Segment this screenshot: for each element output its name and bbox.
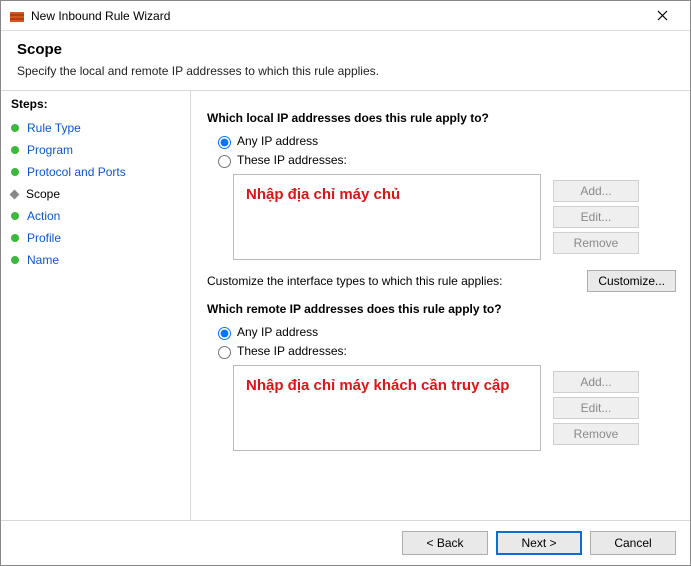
remote-ip-heading: Which remote IP addresses does this rule… bbox=[207, 302, 676, 316]
page-description: Specify the local and remote IP addresse… bbox=[17, 64, 674, 78]
radio-label: Any IP address bbox=[237, 134, 318, 148]
titlebar: New Inbound Rule Wizard bbox=[1, 1, 690, 31]
step-program[interactable]: Program bbox=[11, 139, 190, 161]
local-add-button[interactable]: Add... bbox=[553, 180, 639, 202]
customize-text: Customize the interface types to which t… bbox=[207, 274, 587, 288]
remote-any-ip-radio[interactable]: Any IP address bbox=[213, 324, 676, 340]
firewall-icon bbox=[9, 8, 25, 24]
local-ip-buttons: Add... Edit... Remove bbox=[553, 180, 639, 254]
bullet-icon bbox=[10, 189, 20, 199]
window-title: New Inbound Rule Wizard bbox=[31, 9, 642, 23]
radio-label: These IP addresses: bbox=[237, 153, 347, 167]
bullet-icon bbox=[11, 212, 19, 220]
bullet-icon bbox=[11, 168, 19, 176]
wizard-header: Scope Specify the local and remote IP ad… bbox=[1, 31, 690, 91]
next-button[interactable]: Next > bbox=[496, 531, 582, 555]
step-scope[interactable]: Scope bbox=[11, 183, 190, 205]
step-label: Action bbox=[27, 209, 60, 223]
step-label: Protocol and Ports bbox=[27, 165, 126, 179]
local-ip-heading: Which local IP addresses does this rule … bbox=[207, 111, 676, 125]
step-profile[interactable]: Profile bbox=[11, 227, 190, 249]
bullet-icon bbox=[11, 146, 19, 154]
radio-input[interactable] bbox=[218, 346, 231, 359]
remote-ip-listbox[interactable]: Nhập địa chỉ máy khách cần truy cập bbox=[233, 365, 541, 451]
steps-panel: Steps: Rule Type Program Protocol and Po… bbox=[1, 91, 191, 520]
steps-heading: Steps: bbox=[11, 97, 190, 111]
step-rule-type[interactable]: Rule Type bbox=[11, 117, 190, 139]
customize-row: Customize the interface types to which t… bbox=[207, 270, 676, 292]
customize-button[interactable]: Customize... bbox=[587, 270, 676, 292]
close-button[interactable] bbox=[642, 2, 682, 30]
radio-input[interactable] bbox=[218, 136, 231, 149]
annotation-remote: Nhập địa chỉ máy khách cần truy cập bbox=[246, 376, 528, 396]
step-label: Program bbox=[27, 143, 73, 157]
step-label: Name bbox=[27, 253, 59, 267]
remote-these-ip-radio[interactable]: These IP addresses: bbox=[213, 343, 676, 359]
main-panel: Which local IP addresses does this rule … bbox=[191, 91, 690, 520]
radio-input[interactable] bbox=[218, 327, 231, 340]
bullet-icon bbox=[11, 234, 19, 242]
wizard-body: Steps: Rule Type Program Protocol and Po… bbox=[1, 91, 690, 520]
radio-label: These IP addresses: bbox=[237, 344, 347, 358]
remote-add-button[interactable]: Add... bbox=[553, 371, 639, 393]
cancel-button[interactable]: Cancel bbox=[590, 531, 676, 555]
wizard-window: New Inbound Rule Wizard Scope Specify th… bbox=[0, 0, 691, 566]
step-name[interactable]: Name bbox=[11, 249, 190, 271]
local-ip-listbox[interactable]: Nhập địa chỉ máy chủ bbox=[233, 174, 541, 260]
remote-remove-button[interactable]: Remove bbox=[553, 423, 639, 445]
remote-ip-buttons: Add... Edit... Remove bbox=[553, 371, 639, 445]
step-action[interactable]: Action bbox=[11, 205, 190, 227]
local-edit-button[interactable]: Edit... bbox=[553, 206, 639, 228]
bullet-icon bbox=[11, 256, 19, 264]
bullet-icon bbox=[11, 124, 19, 132]
local-remove-button[interactable]: Remove bbox=[553, 232, 639, 254]
local-any-ip-radio[interactable]: Any IP address bbox=[213, 133, 676, 149]
radio-input[interactable] bbox=[218, 155, 231, 168]
step-label: Scope bbox=[26, 187, 60, 201]
radio-label: Any IP address bbox=[237, 325, 318, 339]
local-these-ip-radio[interactable]: These IP addresses: bbox=[213, 152, 676, 168]
step-protocol-ports[interactable]: Protocol and Ports bbox=[11, 161, 190, 183]
annotation-local: Nhập địa chỉ máy chủ bbox=[246, 185, 528, 205]
back-button[interactable]: < Back bbox=[402, 531, 488, 555]
page-title: Scope bbox=[17, 41, 674, 58]
remote-edit-button[interactable]: Edit... bbox=[553, 397, 639, 419]
step-label: Rule Type bbox=[27, 121, 81, 135]
wizard-footer: < Back Next > Cancel bbox=[1, 520, 690, 565]
step-label: Profile bbox=[27, 231, 61, 245]
